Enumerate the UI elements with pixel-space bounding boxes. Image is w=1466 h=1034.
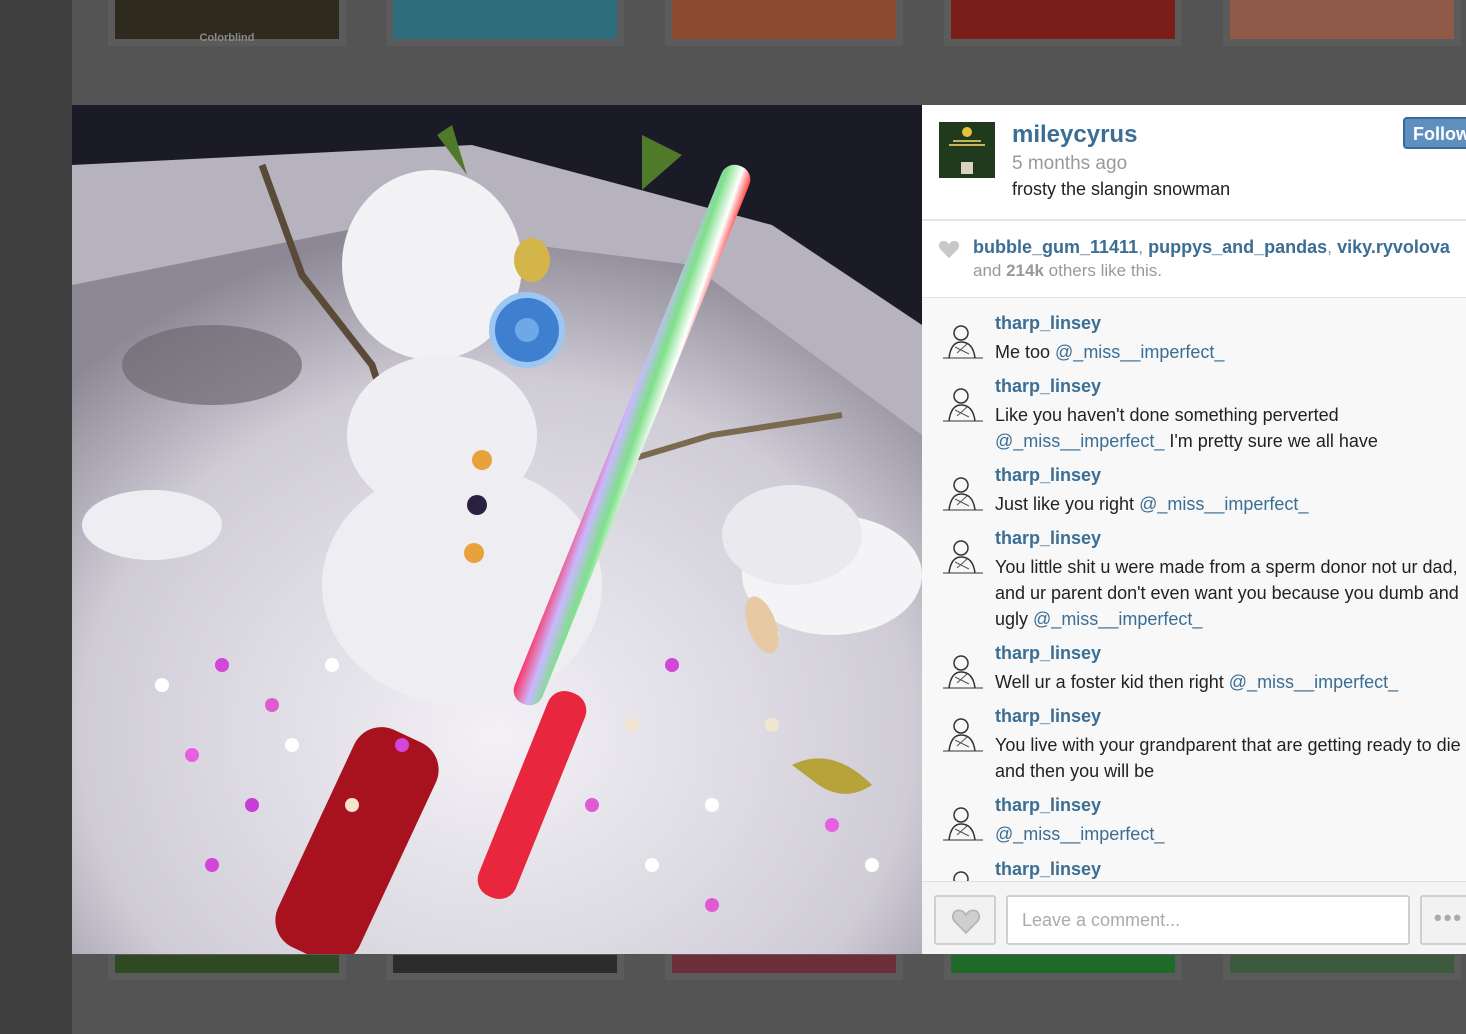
feed-thumbnail[interactable] — [665, 952, 903, 980]
thumbnail-caption: Colorblind — [199, 32, 255, 44]
heart-icon — [938, 240, 960, 259]
comment-mention[interactable]: @_miss__imperfect_ — [1229, 672, 1398, 692]
likes-count: 214k — [1006, 261, 1044, 280]
feed-thumbnail[interactable] — [665, 0, 903, 46]
comment-username[interactable]: tharp_linsey — [995, 313, 1101, 334]
feed-thumbnail[interactable] — [108, 952, 346, 980]
liker-link[interactable]: viky.ryvolova — [1337, 237, 1450, 257]
ellipsis-icon: ••• — [1434, 905, 1464, 930]
commenter-avatar[interactable] — [939, 866, 985, 881]
comment-footer: ••• — [922, 881, 1466, 954]
more-options-button[interactable]: ••• — [1420, 895, 1466, 945]
commenter-avatar[interactable] — [939, 472, 985, 512]
commenter-avatar[interactable] — [939, 320, 985, 360]
comment-text: You little shit u were made from a sperm… — [995, 554, 1466, 632]
comment-username[interactable]: tharp_linsey — [995, 528, 1101, 549]
feed-thumbnail[interactable] — [944, 0, 1182, 46]
commenter-avatar[interactable] — [939, 713, 985, 753]
post-username[interactable]: mileycyrus — [1012, 121, 1137, 149]
post-photo[interactable] — [72, 105, 922, 954]
comment-username[interactable]: tharp_linsey — [995, 795, 1101, 816]
comment-mention[interactable]: @_miss__imperfect_ — [1055, 342, 1224, 362]
comment-username[interactable]: tharp_linsey — [995, 465, 1101, 486]
comment-text-segment: Just like you right — [995, 494, 1140, 514]
commenter-avatar[interactable] — [939, 383, 985, 423]
liker-link[interactable]: puppys_and_pandas — [1148, 237, 1327, 257]
comment-mention[interactable]: @_miss__imperfect_ — [1139, 494, 1308, 514]
comment-mention[interactable]: @_miss__imperfect_ — [1033, 609, 1202, 629]
comment-input[interactable] — [1006, 895, 1410, 945]
comment-text: Me too @_miss__imperfect_ — [995, 339, 1466, 365]
likes-suffix-text: others like this. — [1043, 261, 1163, 280]
comment-text: Well ur a foster kid then right @_miss__… — [995, 669, 1466, 695]
comment-mention[interactable]: @_miss__imperfect_ — [995, 431, 1164, 451]
post-header: mileycyrus 5 months ago frosty the slang… — [922, 105, 1466, 221]
post-timestamp: 5 months ago — [1012, 153, 1128, 174]
avatar[interactable] — [939, 122, 995, 178]
heart-icon — [951, 909, 981, 934]
post-sidebar: mileycyrus 5 months ago frosty the slang… — [922, 105, 1466, 954]
feed-thumbnail[interactable] — [386, 0, 624, 46]
commenter-avatar[interactable] — [939, 802, 985, 842]
comment-mention[interactable]: @_miss__imperfect_ — [995, 824, 1164, 844]
follow-button[interactable]: Follow — [1403, 117, 1466, 149]
snowman-photo-illustration — [72, 105, 922, 954]
likes-summary: bubble_gum_11411, puppys_and_pandas, vik… — [922, 221, 1466, 298]
comment-text: Like you haven't done something perverte… — [995, 402, 1466, 454]
left-margin — [0, 0, 72, 1034]
comment-username[interactable]: tharp_linsey — [995, 643, 1101, 664]
likers-list: bubble_gum_11411, puppys_and_pandas, vik… — [973, 237, 1450, 258]
likes-and-text: and — [973, 261, 1007, 280]
comment-username[interactable]: tharp_linsey — [995, 376, 1101, 397]
comment-text-segment: Me too — [995, 342, 1056, 362]
feed-thumbnail[interactable] — [386, 952, 624, 980]
commenter-avatar[interactable] — [939, 535, 985, 575]
likers-separator: , — [1138, 237, 1149, 257]
feed-thumbnail[interactable]: Colorblind — [108, 0, 346, 46]
comment-text-segment: Like you haven't done something perverte… — [995, 405, 1339, 425]
comment-text-segment: Well ur a foster kid then right — [995, 672, 1229, 692]
comment-text: You live with your grandparent that are … — [995, 732, 1466, 784]
likers-separator: , — [1327, 237, 1338, 257]
like-button[interactable] — [934, 895, 996, 945]
comment-text-segment: You live with your grandparent that are … — [995, 735, 1461, 781]
post-caption: frosty the slangin snowman — [1012, 179, 1231, 199]
comment-text: Just like you right @_miss__imperfect_ — [995, 491, 1466, 517]
feed-thumbnail[interactable] — [1223, 952, 1461, 980]
likes-count-line: and 214k others like this. — [973, 261, 1162, 281]
liker-link[interactable]: bubble_gum_11411 — [973, 237, 1138, 257]
avatar-image — [939, 122, 995, 178]
comment-text-segment: I'm pretty sure we all have — [1164, 431, 1378, 451]
feed-thumbnail[interactable] — [944, 952, 1182, 980]
comment-username[interactable]: tharp_linsey — [995, 706, 1101, 727]
post-modal: mileycyrus 5 months ago frosty the slang… — [72, 105, 1466, 954]
comment-username[interactable]: tharp_linsey — [995, 859, 1101, 880]
comment-text: @_miss__imperfect_ — [995, 821, 1466, 847]
comments-list[interactable]: tharp_linsey Me too @_miss__imperfect_ tha… — [922, 298, 1466, 881]
commenter-avatar[interactable] — [939, 650, 985, 690]
feed-thumbnail[interactable] — [1223, 0, 1461, 46]
